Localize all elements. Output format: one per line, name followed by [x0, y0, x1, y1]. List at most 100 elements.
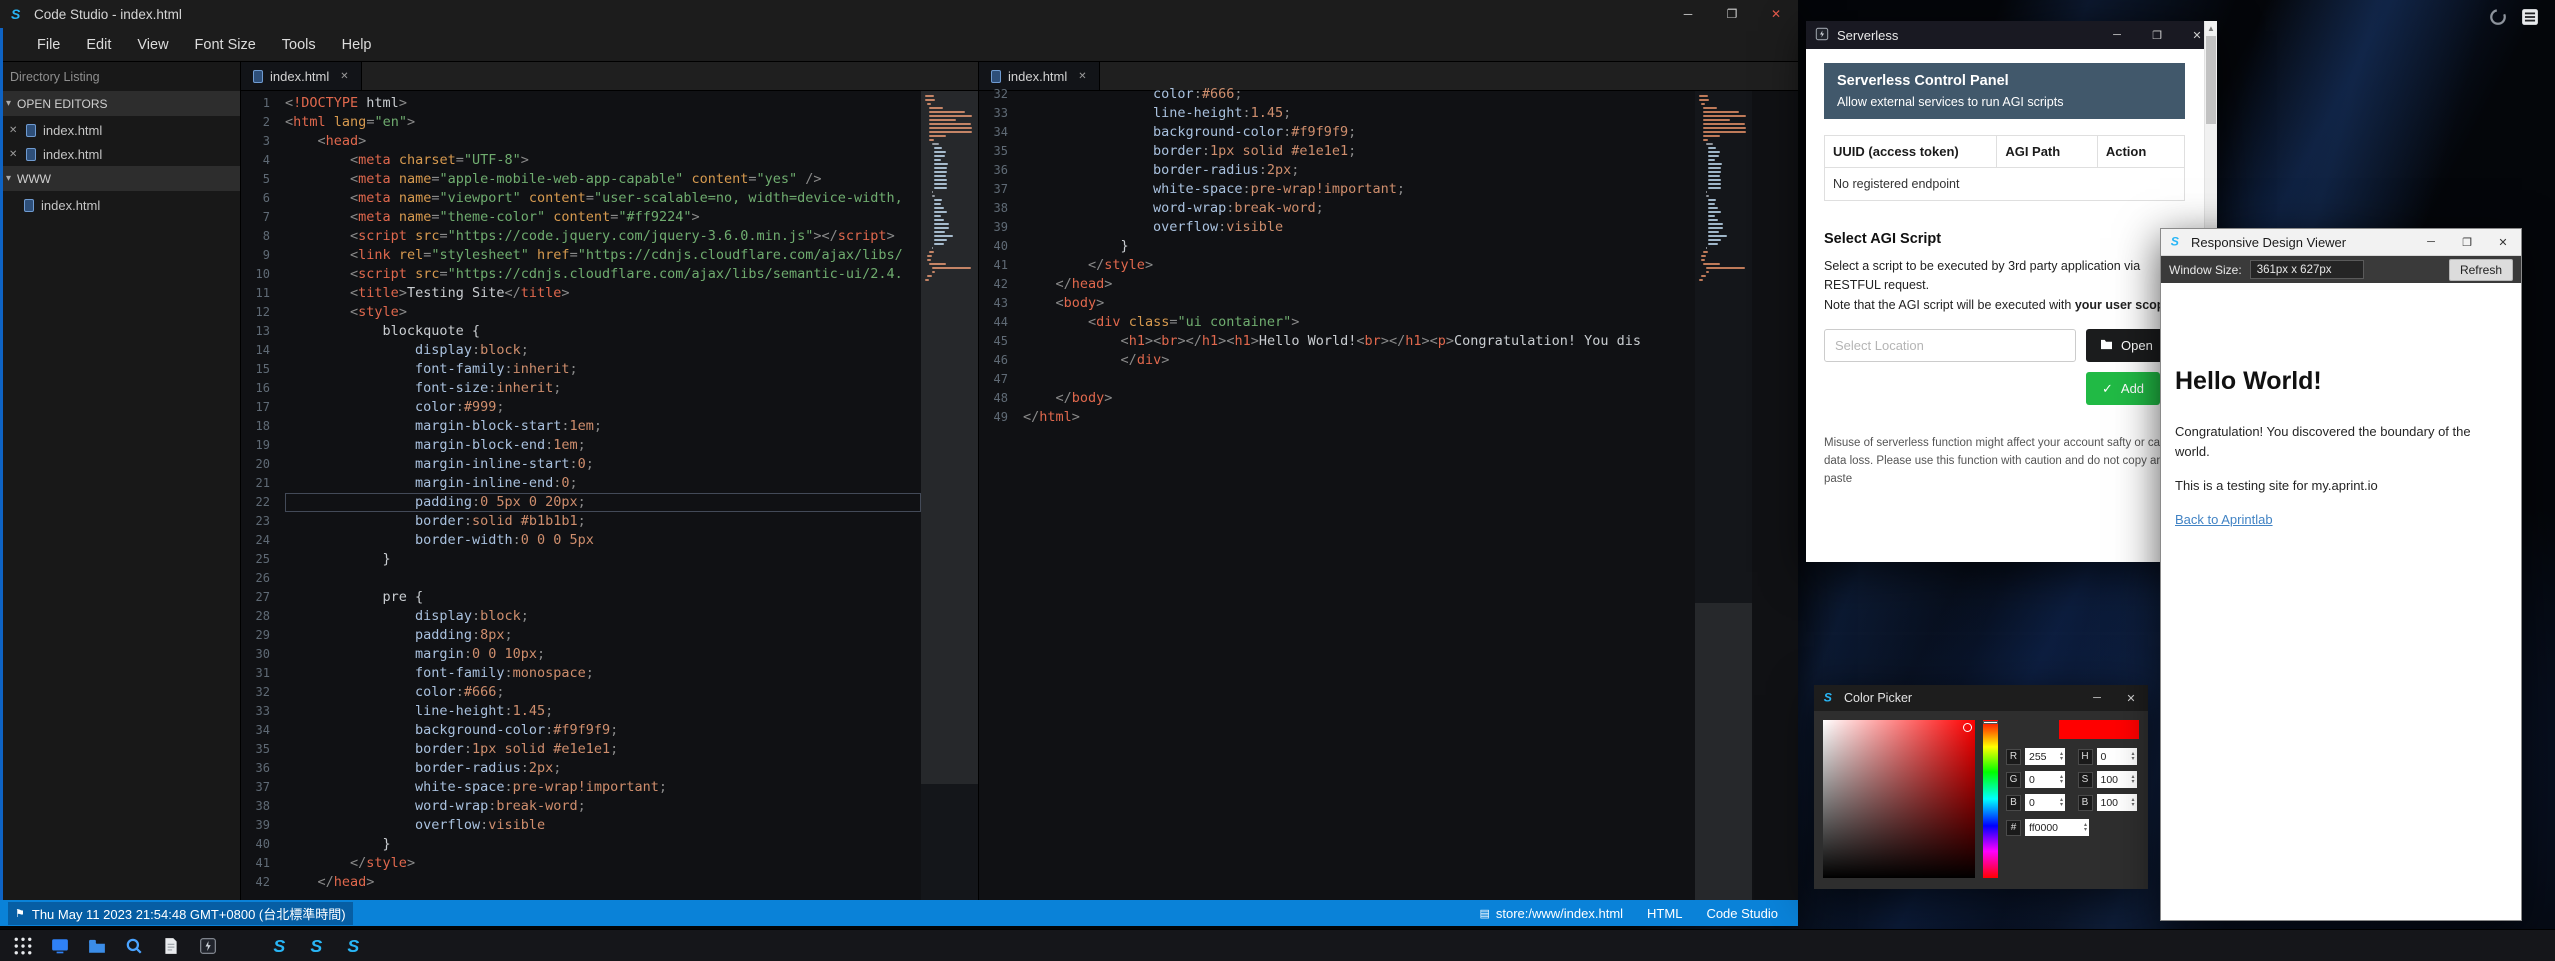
- add-button[interactable]: ✓ Add: [2086, 372, 2160, 405]
- minimap[interactable]: [921, 91, 978, 900]
- line-number: 40: [979, 237, 1023, 256]
- line-number: 38: [241, 797, 285, 816]
- menu-view[interactable]: View: [124, 37, 181, 53]
- minimize-icon[interactable]: ─: [2080, 685, 2114, 711]
- field-value-g[interactable]: 0▴▾: [2025, 771, 2065, 788]
- code-line: 8 <script src="https://code.jquery.com/j…: [241, 227, 921, 246]
- tree-section-www[interactable]: ▾WWW: [0, 166, 240, 191]
- files-app-icon[interactable]: [86, 935, 108, 957]
- hue-slider-thumb[interactable]: [1983, 721, 1998, 724]
- title-bar[interactable]: Serverless ─ ❐ ✕: [1806, 21, 2217, 49]
- color-fields: R255▴▾H0▴▾G0▴▾S100▴▾B0▴▾B100▴▾: [2006, 748, 2139, 811]
- location-input[interactable]: [1824, 329, 2076, 362]
- line-number: 12: [241, 303, 285, 322]
- minimize-icon[interactable]: ─: [1666, 0, 1710, 28]
- tree-section-open-editors[interactable]: ▾OPEN EDITORS: [0, 91, 240, 116]
- stepper-arrows-icon[interactable]: ▴▾: [2131, 798, 2134, 808]
- code-line: 22 padding:0 5px 0 20px;: [241, 493, 921, 512]
- close-icon[interactable]: ✕: [9, 125, 19, 136]
- refresh-button[interactable]: Refresh: [2449, 259, 2513, 281]
- open-button[interactable]: Open: [2086, 329, 2167, 362]
- field-value-s[interactable]: 100▴▾: [2097, 771, 2137, 788]
- field-value-h[interactable]: 0▴▾: [2097, 748, 2137, 765]
- status-file-path[interactable]: ▤ store:/www/index.html: [1479, 906, 1623, 921]
- menu-file[interactable]: File: [24, 37, 73, 53]
- back-link[interactable]: Back to Aprintlab: [2175, 512, 2273, 527]
- spinner-icon[interactable]: [2489, 8, 2507, 26]
- accent-strip: [0, 28, 3, 900]
- code-area[interactable]: 32 color:#666;33 line-height:1.45;34 bac…: [979, 82, 1695, 900]
- line-number: 20: [241, 455, 285, 474]
- code-line: 36 border-radius:2px;: [241, 759, 921, 778]
- close-icon[interactable]: ✕: [1078, 71, 1086, 82]
- sidebar-header: Directory Listing: [0, 62, 240, 91]
- field-value-b[interactable]: 0▴▾: [2025, 794, 2065, 811]
- field-value-r[interactable]: 255▴▾: [2025, 748, 2065, 765]
- stepper-arrows-icon[interactable]: ▴▾: [2060, 752, 2063, 762]
- page-heading: Hello World!: [2175, 367, 2521, 396]
- stepper-arrows-icon[interactable]: ▴▾: [2060, 775, 2063, 785]
- hue-slider[interactable]: [1983, 720, 1998, 878]
- status-time[interactable]: ⚑ Thu May 11 2023 21:54:48 GMT+0800 (台北標…: [8, 902, 353, 925]
- menu-help[interactable]: Help: [329, 37, 385, 53]
- restore-icon[interactable]: ❐: [1710, 0, 1754, 28]
- code-line: 14 display:block;: [241, 341, 921, 360]
- stepper-arrows-icon[interactable]: ▴▾: [2131, 775, 2134, 785]
- title-bar[interactable]: S Responsive Design Viewer ─ ❐ ✕: [2161, 229, 2521, 256]
- search-app-icon[interactable]: [123, 935, 145, 957]
- stepper-arrows-icon[interactable]: ▴▾: [2131, 752, 2134, 762]
- close-icon[interactable]: ✕: [1754, 0, 1798, 28]
- status-language[interactable]: HTML: [1647, 906, 1682, 921]
- minimap-slider[interactable]: [1695, 603, 1752, 900]
- line-number: 30: [241, 645, 285, 664]
- scroll-up-icon[interactable]: ▲: [2205, 21, 2217, 35]
- document-app-icon[interactable]: [160, 935, 182, 957]
- title-bar[interactable]: S Color Picker ─ ✕: [1814, 685, 2148, 711]
- status-app-name: Code Studio: [1706, 906, 1778, 921]
- minimize-icon[interactable]: ─: [2413, 229, 2449, 255]
- code-line: 13 blockquote {: [241, 322, 921, 341]
- close-icon[interactable]: ✕: [2485, 229, 2521, 255]
- tree-item-index-html[interactable]: index.html: [0, 193, 240, 217]
- hex-input[interactable]: ff0000 ▴▾: [2025, 819, 2089, 836]
- code-line: 38 word-wrap:break-word;: [241, 797, 921, 816]
- minimap[interactable]: [1695, 91, 1752, 900]
- color-cursor[interactable]: [1963, 723, 1972, 732]
- svg-text:S: S: [273, 936, 285, 955]
- window-size-input[interactable]: [2250, 260, 2364, 279]
- title-bar[interactable]: S Code Studio - index.html ─ ❐ ✕: [0, 0, 1798, 28]
- saturation-brightness-area[interactable]: [1823, 720, 1975, 878]
- serverless-app-icon[interactable]: [197, 935, 219, 957]
- line-number: 32: [979, 85, 1023, 104]
- minimap-slider[interactable]: [921, 91, 978, 784]
- menu-tools[interactable]: Tools: [269, 37, 329, 53]
- restore-icon[interactable]: ❐: [2449, 229, 2485, 255]
- stepper-arrows-icon[interactable]: ▴▾: [2084, 823, 2087, 833]
- tab-index-html[interactable]: index.html✕: [241, 62, 362, 90]
- tab-bar: index.html✕: [241, 62, 978, 91]
- code-line: 40 }: [979, 237, 1695, 256]
- maximize-icon[interactable]: ❐: [2137, 21, 2177, 49]
- code-studio-app-icon[interactable]: S: [269, 935, 291, 957]
- page-paragraph: Congratulation! You discovered the bound…: [2175, 422, 2477, 461]
- menu-font-size[interactable]: Font Size: [182, 37, 269, 53]
- monitor-app-icon[interactable]: [49, 935, 71, 957]
- tree-item-index-html[interactable]: ✕index.html: [0, 118, 240, 142]
- menu-icon[interactable]: [2521, 8, 2539, 26]
- tree-item-index-html[interactable]: ✕index.html: [0, 142, 240, 166]
- select-script-title: Select AGI Script: [1824, 231, 2185, 247]
- scrollbar-thumb[interactable]: [2206, 36, 2216, 124]
- minimize-icon[interactable]: ─: [2097, 21, 2137, 49]
- svg-text:S: S: [310, 936, 322, 955]
- code-line: 46 </div>: [979, 351, 1695, 370]
- app-grid-icon[interactable]: [12, 935, 34, 957]
- close-icon[interactable]: ✕: [340, 71, 348, 82]
- code-studio-app-icon[interactable]: S: [343, 935, 365, 957]
- menu-edit[interactable]: Edit: [73, 37, 124, 53]
- field-value-b[interactable]: 100▴▾: [2097, 794, 2137, 811]
- code-studio-app-icon[interactable]: S: [306, 935, 328, 957]
- close-icon[interactable]: ✕: [9, 149, 19, 160]
- stepper-arrows-icon[interactable]: ▴▾: [2060, 798, 2063, 808]
- close-icon[interactable]: ✕: [2114, 685, 2148, 711]
- code-area[interactable]: 1<!DOCTYPE html>2<html lang="en">3 <head…: [241, 91, 921, 900]
